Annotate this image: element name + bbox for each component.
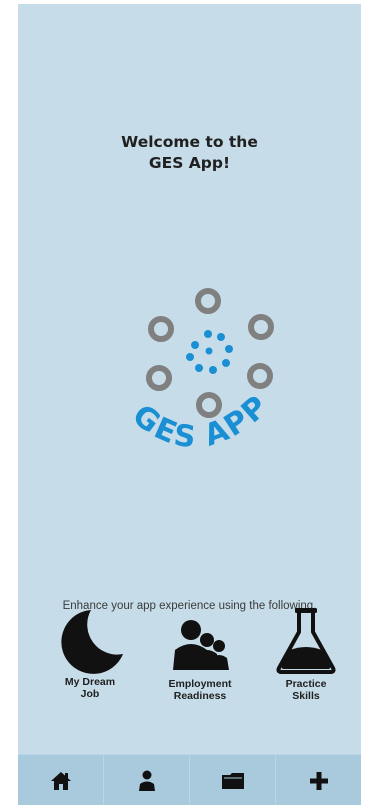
employment-readiness-label: Employment Readiness xyxy=(168,678,232,702)
nav-home[interactable] xyxy=(18,755,104,805)
welcome-line-2: GES App! xyxy=(148,154,231,172)
person-icon xyxy=(138,770,155,791)
people-icon xyxy=(173,620,229,670)
welcome-heading: Welcome to the GES App! xyxy=(18,132,361,174)
nav-add[interactable] xyxy=(276,755,361,805)
nav-folder[interactable] xyxy=(190,755,276,805)
home-icon xyxy=(50,771,71,790)
flask-icon xyxy=(276,608,336,674)
practice-skills-label: Practice Skills xyxy=(285,678,327,702)
my-dream-job-label: My Dream Job xyxy=(64,676,116,700)
practice-skills-button[interactable]: Practice Skills xyxy=(256,608,356,702)
employment-readiness-button[interactable]: Employment Readiness xyxy=(150,608,250,702)
plus-icon xyxy=(309,771,328,790)
ges-app-logo-icon: GES APP xyxy=(126,288,274,456)
my-dream-job-button[interactable]: My Dream Job xyxy=(40,608,140,700)
moon-icon xyxy=(61,610,123,674)
app-screen: Welcome to the GES App! GES APP Enhance … xyxy=(18,4,361,805)
ges-app-logo: GES APP xyxy=(113,279,293,479)
welcome-line-1: Welcome to the xyxy=(121,133,258,151)
bottom-nav xyxy=(18,754,361,805)
folder-icon xyxy=(221,772,244,789)
nav-profile[interactable] xyxy=(104,755,190,805)
